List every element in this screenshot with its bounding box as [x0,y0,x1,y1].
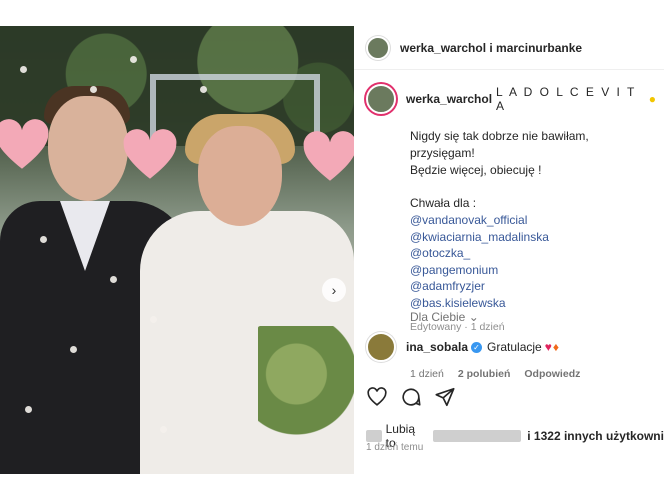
post-caption: werka_warchol L A D O L C E V I T A ● Ni… [366,84,656,333]
reply-button[interactable]: Odpowiedz [524,368,580,380]
redacted-username [433,430,522,442]
share-icon[interactable] [434,386,456,408]
post-header: werka_warchol i marcinurbanke [354,26,664,70]
fire-emoji-icon: ♦ [552,340,559,354]
verified-icon: ✓ [471,341,483,353]
lemon-emoji-icon: ● [648,92,656,106]
bottom-margin [0,474,664,498]
post-time: 1 dzień temu [366,442,424,453]
top-margin [0,0,664,26]
groom-face [48,96,128,201]
likes-count[interactable]: i 1322 innych użytkowni [527,429,664,443]
comment-icon[interactable] [400,386,422,408]
heart-outline-icon[interactable] [366,386,388,408]
confetti-petal [130,56,137,63]
heart-sticker-icon [302,130,354,186]
credit-link[interactable]: @adamfryzjer [410,278,656,295]
confetti-petal [20,66,27,73]
caption-username[interactable]: werka_warchol [406,92,492,106]
confetti-petal [70,346,77,353]
comment-likes[interactable]: 2 polubień [458,368,511,380]
comment-time: 1 dzień [410,368,444,380]
caption-tag: L A D O L C E V I T A [496,85,637,113]
caption-line: Będzie więcej, obiecuję ! [410,163,542,177]
action-bar [366,386,456,408]
heart-sticker-icon [122,128,178,184]
caption-text: Nigdy się tak dobrze nie bawiłam, przysi… [410,128,656,311]
comment-avatar[interactable] [366,332,396,362]
confetti-petal [90,86,97,93]
credit-link[interactable]: @kwiaciarnia_madalinska [410,229,656,246]
redacted-avatar [366,430,382,442]
instagram-post-frame: › werka_warchol i marcinurbanke werka_wa… [0,0,664,498]
credit-link[interactable]: @pangemonium [410,262,656,279]
credit-link[interactable]: @vandanovak_official [410,212,656,229]
post-authors[interactable]: werka_warchol i marcinurbanke [400,41,582,55]
caption-avatar[interactable] [366,84,396,114]
bouquet [258,326,354,446]
post-side-panel: werka_warchol i marcinurbanke werka_warc… [354,26,664,474]
heart-sticker-icon [0,118,50,174]
bride-face [198,126,282,226]
confetti-petal [25,406,32,413]
confetti-petal [150,316,157,323]
caption-line: Nigdy się tak dobrze nie bawiłam, przysi… [410,129,589,160]
post-photo[interactable]: › [0,26,354,474]
credits-title: Chwała dla : [410,196,477,210]
confetti-petal [160,426,167,433]
comment-username[interactable]: ina_sobala [406,340,468,354]
chevron-right-icon[interactable]: › [322,278,346,302]
comment-item: ina_sobala ✓ Gratulacje ♥ ♦ 1 dzień 2 po… [366,332,664,380]
credit-link[interactable]: @otoczka_ [410,245,656,262]
for-you-label[interactable]: Dla Ciebie ⌄ [410,310,479,324]
comment-meta: 1 dzień 2 polubień Odpowiedz [410,368,664,380]
red-heart-emoji-icon: ♥ [544,340,552,354]
confetti-petal [40,236,47,243]
confetti-petal [110,276,117,283]
confetti-petal [200,86,207,93]
credit-link[interactable]: @bas.kisielewska [410,295,656,312]
comment-text: Gratulacje [487,340,542,354]
header-avatar[interactable] [366,35,390,60]
